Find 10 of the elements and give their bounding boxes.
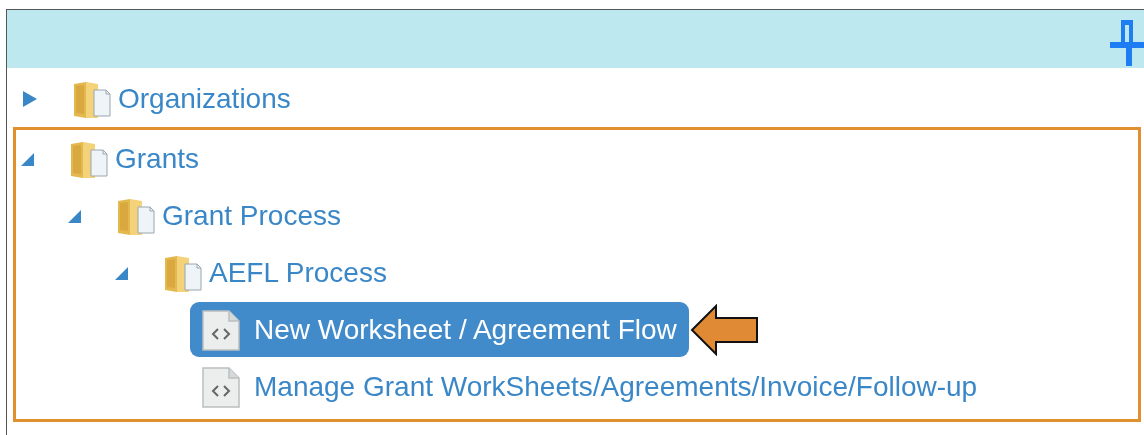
- folder-label[interactable]: AEFL Process: [209, 251, 387, 294]
- pointer-arrow: [689, 303, 760, 356]
- folder-label[interactable]: Organizations: [118, 77, 291, 120]
- code-file-icon: [199, 364, 243, 409]
- tree-item[interactable]: Manage Grant WorkSheets/Agreements/Invoice/Follow-up: [190, 359, 990, 414]
- expand-triangle-icon[interactable]: [22, 89, 38, 108]
- code-file-icon: [199, 307, 243, 352]
- folder-label[interactable]: Grant Process: [162, 194, 341, 237]
- folder-label[interactable]: Grants: [115, 137, 200, 180]
- tree-item[interactable]: New Worksheet / Agreement Flow: [190, 302, 689, 357]
